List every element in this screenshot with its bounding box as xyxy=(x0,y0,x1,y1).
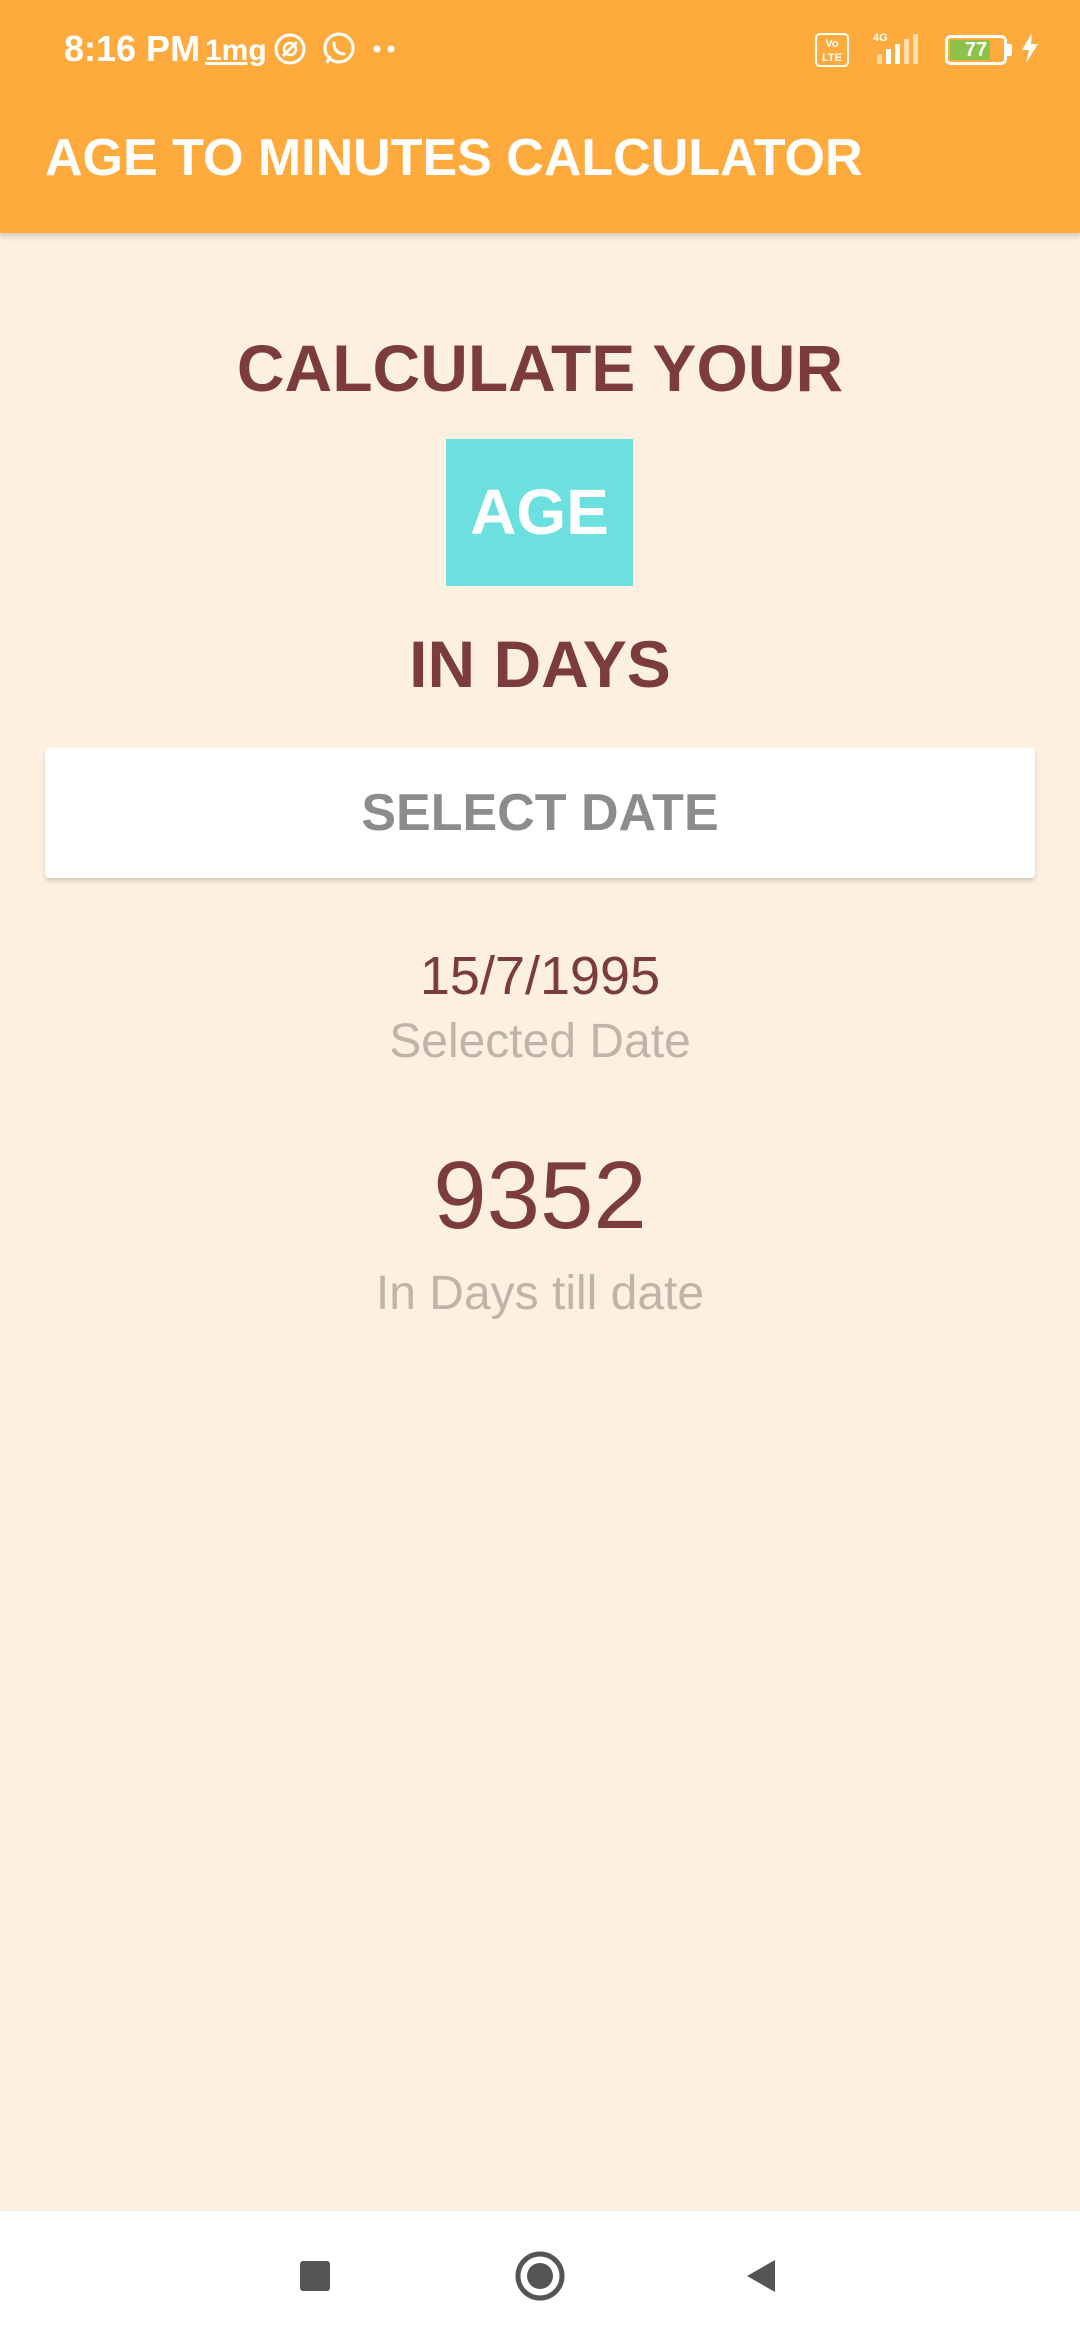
headline-line-1: CALCULATE YOUR xyxy=(236,331,844,405)
battery-level: 77 xyxy=(964,39,988,61)
back-triangle-icon[interactable] xyxy=(726,2241,796,2311)
battery-tip xyxy=(1007,44,1012,56)
app-title: AGE TO MINUTES CALCULATOR xyxy=(45,129,863,187)
signal-strength-icon: 4G xyxy=(869,30,927,71)
status-time: 8:16 PM xyxy=(64,28,201,69)
status-bar: 8:16 PM 1mg Vo LTE 4G 77 xyxy=(0,0,1080,100)
app-bar: 8:16 PM 1mg Vo LTE 4G 77 AGE TO MINUTES … xyxy=(0,0,1080,233)
age-in-days-value: 9352 xyxy=(433,1142,647,1249)
selected-date-value: 15/7/1995 xyxy=(419,946,661,1006)
whatsapp-icon xyxy=(321,31,357,72)
age-highlight-box: AGE xyxy=(446,439,633,586)
age-in-days-caption: In Days till date xyxy=(375,1267,705,1320)
battery-icon: 77 xyxy=(945,35,1007,65)
status-notification-icons: 1mg xyxy=(205,26,413,76)
home-circle-icon[interactable] xyxy=(505,2241,575,2311)
blocked-notification-icon xyxy=(273,32,307,71)
recents-square-icon[interactable] xyxy=(280,2241,350,2311)
status-system-icons: Vo LTE 4G 77 xyxy=(815,28,1040,72)
system-navigation-bar xyxy=(0,2210,1080,2341)
network-type-text: 4G xyxy=(873,32,888,44)
headline-line-2: IN DAYS xyxy=(409,627,671,701)
volte-icon: Vo LTE xyxy=(815,33,849,67)
charging-bolt-icon xyxy=(1020,32,1040,68)
selected-date-caption: Selected Date xyxy=(389,1015,691,1068)
1mg-app-icon: 1mg xyxy=(205,34,267,67)
select-date-button[interactable]: SELECT DATE xyxy=(45,748,1035,878)
more-notifications-icon xyxy=(371,32,399,71)
